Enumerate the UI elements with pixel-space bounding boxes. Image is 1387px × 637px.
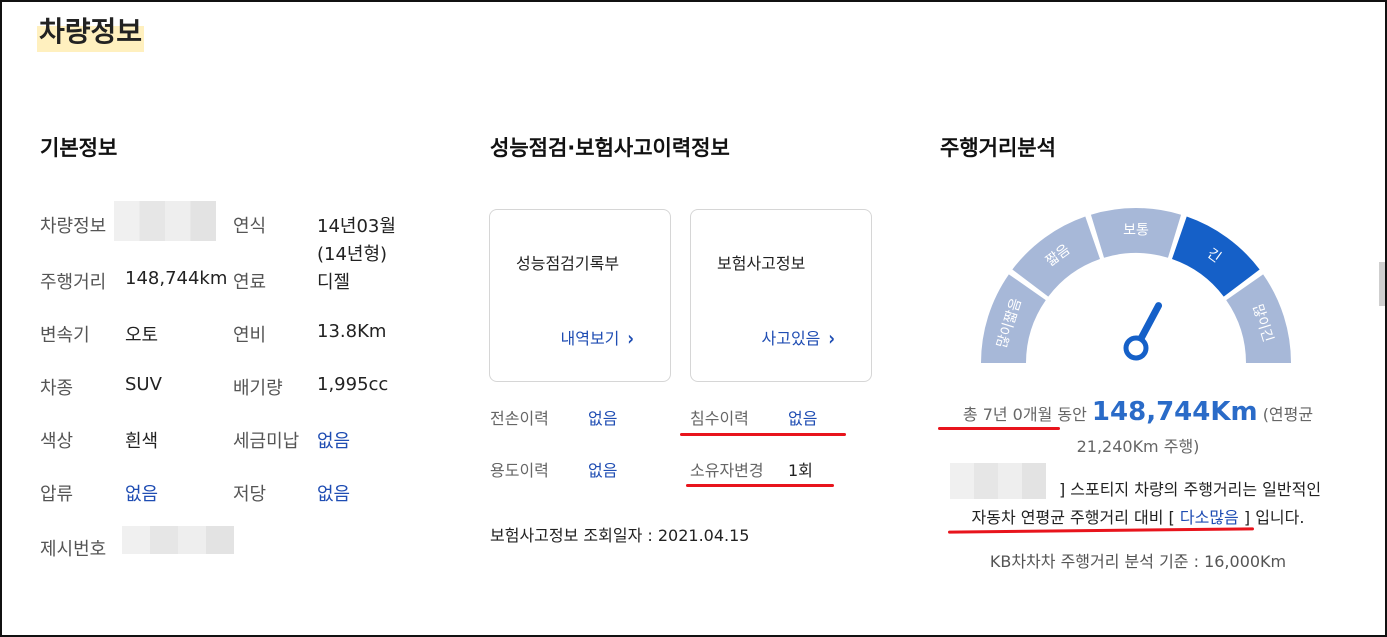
- label-color: 색상: [40, 431, 74, 452]
- chevron-right-icon: ›: [627, 327, 634, 350]
- desc-part1: ] 스포티지 차량의 주행거리는 일반적인: [1058, 480, 1322, 499]
- scrollbar-thumb[interactable]: [1379, 262, 1385, 306]
- label-year: 연식: [233, 216, 267, 237]
- accident-exists-link[interactable]: 사고있음 ›: [761, 325, 835, 350]
- value-displacement: 1,995cc: [317, 374, 389, 395]
- listing-number-blurred-value: [122, 526, 234, 554]
- analysis-basis: KB차차차 주행거리 분석 기준 : 16,000Km: [989, 552, 1287, 571]
- vehicle-info-blurred-value: [114, 201, 216, 241]
- label-fuel: 연료: [233, 272, 267, 293]
- link-label: 사고있음: [761, 329, 821, 348]
- inspection-title: 성능점검·보험사고이력정보: [490, 136, 730, 160]
- summary-total-mileage: 148,744Km: [1091, 397, 1258, 427]
- label-vehicle-info: 차량정보: [40, 216, 107, 237]
- label-mortgage: 저당: [233, 484, 267, 505]
- value-unpaid-tax[interactable]: 없음: [317, 427, 350, 453]
- value-color: 흰색: [125, 431, 159, 452]
- label-seizure: 압류: [40, 484, 74, 505]
- red-underline: [938, 427, 1060, 430]
- label-flood: 침수이력: [690, 409, 749, 428]
- gauge-needle-hub: [1123, 335, 1149, 361]
- label-displacement: 배기량: [233, 378, 283, 399]
- page-title: 차량정보: [37, 12, 145, 52]
- value-year: 14년03월: [317, 216, 396, 237]
- label-owner-change: 소유자변경: [690, 461, 764, 480]
- value-mortgage[interactable]: 없음: [317, 480, 350, 506]
- desc-highlight: 다소많음: [1179, 508, 1239, 527]
- inquiry-date: 보험사고정보 조회일자 : 2021.04.15: [490, 526, 750, 545]
- label-usage-history: 용도이력: [490, 461, 549, 480]
- value-mileage: 148,744km: [125, 268, 228, 289]
- label-mileage: 주행거리: [40, 272, 107, 293]
- card-title: 성능점검기록부: [516, 254, 620, 273]
- mileage-description: ] 스포티지 차량의 주행거리는 일반적인 자동차 연평균 주행거리 대비 [ …: [938, 476, 1338, 532]
- value-car-type: SUV: [125, 374, 162, 395]
- value-owner-change: 1회: [788, 461, 813, 480]
- summary-suffix: (연평균: [1262, 405, 1314, 424]
- red-underline: [686, 484, 834, 487]
- value-model-year: (14년형): [317, 244, 388, 265]
- chevron-right-icon: ›: [828, 327, 835, 350]
- view-details-link[interactable]: 내역보기 ›: [560, 325, 634, 350]
- summary-prefix: 총 7년 0개월 동안: [962, 405, 1087, 424]
- value-flood: 없음: [788, 409, 818, 428]
- card-title: 보험사고정보: [717, 254, 806, 273]
- mileage-gauge: 많이짧음짧음보통긴많이긴: [981, 208, 1291, 363]
- red-underline: [680, 433, 846, 436]
- desc-part3: ] 입니다.: [1243, 508, 1305, 527]
- value-fuel: 디젤: [317, 272, 351, 293]
- label-fuel-economy: 연비: [233, 325, 267, 346]
- summary-annual: 21,240Km 주행): [1076, 437, 1200, 456]
- link-label: 내역보기: [560, 329, 620, 348]
- label-car-type: 차종: [40, 378, 74, 399]
- label-transmission: 변속기: [40, 325, 90, 346]
- label-total-loss: 전손이력: [490, 409, 549, 428]
- mileage-analysis-title: 주행거리분석: [940, 136, 1056, 160]
- insurance-accident-card[interactable]: 보험사고정보 사고있음 ›: [690, 209, 872, 382]
- inspection-record-card[interactable]: 성능점검기록부 내역보기 ›: [489, 209, 671, 382]
- desc-part2: 자동차 연평균 주행거리 대비 [: [971, 508, 1175, 527]
- value-seizure[interactable]: 없음: [125, 480, 158, 506]
- value-transmission: 오토: [125, 325, 159, 346]
- basic-info-title: 기본정보: [40, 136, 118, 160]
- value-usage-history: 없음: [588, 461, 618, 480]
- gauge-label-3: 보통: [1123, 223, 1149, 239]
- label-listing-number: 제시번호: [40, 539, 107, 560]
- value-fuel-economy: 13.8Km: [317, 321, 387, 342]
- label-unpaid-tax: 세금미납: [233, 431, 300, 452]
- value-total-loss: 없음: [588, 409, 618, 428]
